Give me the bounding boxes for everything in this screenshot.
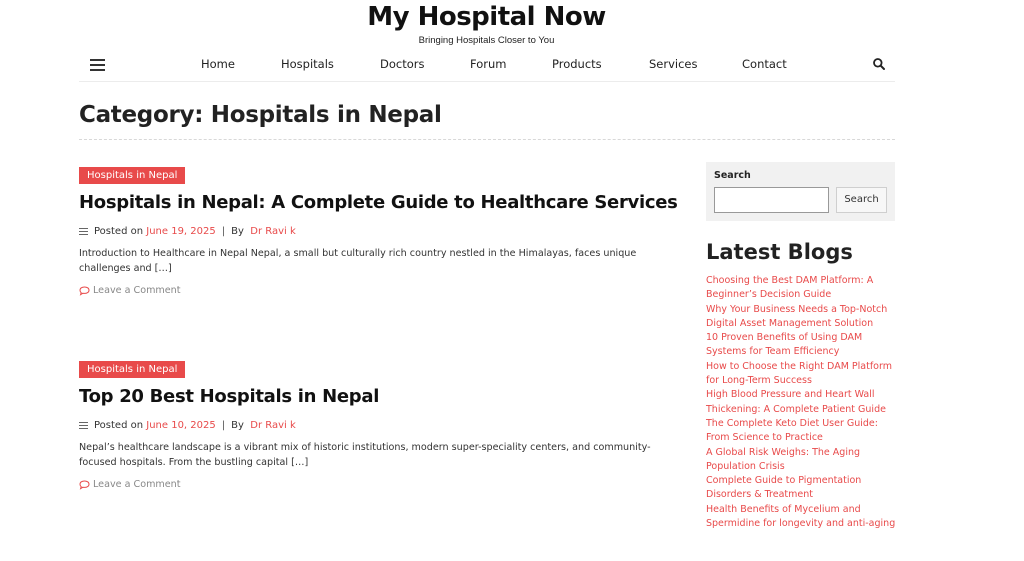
leave-comment-label[interactable]: Leave a Comment: [93, 479, 181, 490]
post-meta: Posted on June 10, 2025 | By Dr Ravi k: [79, 420, 679, 431]
nav-item-home[interactable]: Home: [201, 57, 235, 71]
by-label: By: [231, 420, 244, 431]
search-input[interactable]: [714, 187, 829, 213]
latest-blog-link[interactable]: Complete Guide to Pigmentation Disorders…: [706, 474, 898, 503]
post-title[interactable]: Top 20 Best Hospitals in Nepal: [79, 386, 679, 407]
page-title: Category: Hospitals in Nepal: [79, 102, 442, 128]
nav-item-hospitals[interactable]: Hospitals: [281, 57, 334, 71]
post-excerpt: Nepal’s healthcare landscape is a vibran…: [79, 442, 651, 468]
search-button[interactable]: Search: [836, 187, 887, 213]
latest-blog-link[interactable]: 10 Proven Benefits of Using DAM Systems …: [706, 331, 898, 360]
meta-separator: |: [221, 420, 226, 431]
post-card: Hospitals in Nepal Hospitals in Nepal: A…: [79, 163, 679, 296]
category-badge[interactable]: Hospitals in Nepal: [79, 167, 186, 184]
list-lines-icon: [79, 421, 88, 430]
search-label: Search: [714, 170, 751, 181]
category-badge[interactable]: Hospitals in Nepal: [79, 361, 186, 378]
leave-comment-link[interactable]: Leave a Comment: [79, 479, 679, 490]
nav-item-services[interactable]: Services: [649, 57, 698, 71]
post-title[interactable]: Hospitals in Nepal: A Complete Guide to …: [79, 192, 679, 213]
post-date[interactable]: June 19, 2025: [146, 226, 216, 237]
post-meta: Posted on June 19, 2025 | By Dr Ravi k: [79, 226, 679, 237]
heading-divider: [79, 139, 895, 140]
nav-item-contact[interactable]: Contact: [742, 57, 787, 71]
latest-blogs-list: Choosing the Best DAM Platform: A Beginn…: [706, 274, 898, 531]
search-icon[interactable]: [872, 57, 886, 71]
sidebar-search-widget: Search Search: [706, 162, 895, 221]
hamburger-icon[interactable]: [90, 59, 105, 71]
latest-blog-link[interactable]: A Global Risk Weighs: The Aging Populati…: [706, 446, 898, 475]
site-tagline: Bringing Hospitals Closer to You: [418, 35, 555, 46]
nav-item-products[interactable]: Products: [552, 57, 602, 71]
latest-blog-link[interactable]: Why Your Business Needs a Top-Notch Digi…: [706, 303, 898, 332]
latest-blog-link[interactable]: Choosing the Best DAM Platform: A Beginn…: [706, 274, 898, 303]
posted-on-label: Posted on: [94, 420, 144, 431]
posted-on-label: Posted on: [94, 226, 144, 237]
latest-blog-link[interactable]: The Complete Keto Diet User Guide: From …: [706, 417, 898, 446]
comment-bubble-icon: [79, 479, 90, 490]
post-excerpt: Introduction to Healthcare in Nepal Nepa…: [79, 248, 637, 274]
nav-item-forum[interactable]: Forum: [470, 57, 506, 71]
leave-comment-link[interactable]: Leave a Comment: [79, 285, 679, 296]
site-title[interactable]: My Hospital Now: [0, 2, 973, 32]
leave-comment-label[interactable]: Leave a Comment: [93, 285, 181, 296]
main-nav: Home Hospitals Doctors Forum Products Se…: [79, 48, 895, 82]
by-label: By: [231, 226, 244, 237]
meta-separator: |: [221, 226, 226, 237]
post-card: Hospitals in Nepal Top 20 Best Hospitals…: [79, 357, 679, 490]
post-author[interactable]: Dr Ravi k: [250, 226, 296, 237]
nav-item-doctors[interactable]: Doctors: [380, 57, 424, 71]
latest-blog-link[interactable]: High Blood Pressure and Heart Wall Thick…: [706, 388, 898, 417]
latest-blog-link[interactable]: Health Benefits of Mycelium and Spermidi…: [706, 503, 898, 532]
post-author[interactable]: Dr Ravi k: [250, 420, 296, 431]
latest-blog-link[interactable]: How to Choose the Right DAM Platform for…: [706, 360, 898, 389]
list-lines-icon: [79, 227, 88, 236]
post-date[interactable]: June 10, 2025: [146, 420, 216, 431]
comment-bubble-icon: [79, 285, 90, 296]
latest-blogs-heading: Latest Blogs: [706, 240, 853, 264]
